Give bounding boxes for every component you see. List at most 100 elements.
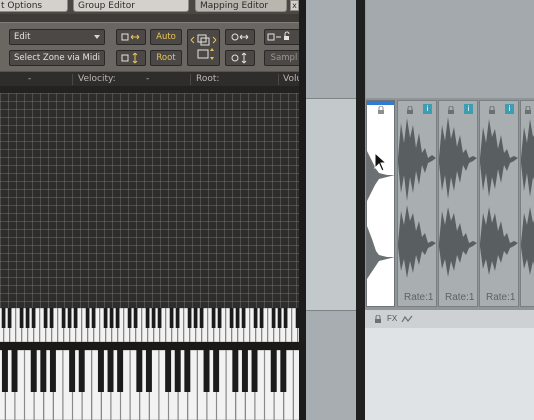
black-key[interactable] xyxy=(235,308,240,328)
black-key[interactable] xyxy=(151,308,156,328)
zone-info-bar: - Velocity: - Root: Volu xyxy=(0,71,299,87)
audio-clip[interactable]: i Rate:1 xyxy=(397,100,437,307)
tab-group-editor[interactable]: Group Editor xyxy=(73,0,189,12)
auto-button[interactable]: Auto xyxy=(150,29,182,45)
edit-dropdown-label: Edit xyxy=(14,32,31,42)
black-key[interactable] xyxy=(174,350,181,392)
black-key[interactable] xyxy=(259,308,264,328)
black-key[interactable] xyxy=(283,308,288,328)
black-key[interactable] xyxy=(217,308,222,328)
root-label: Root: xyxy=(196,74,220,84)
black-key[interactable] xyxy=(145,308,150,328)
black-key[interactable] xyxy=(184,350,191,392)
audio-clip[interactable]: i Rate:1 xyxy=(438,100,478,307)
black-key[interactable] xyxy=(61,308,66,328)
black-key[interactable] xyxy=(270,350,277,392)
black-key[interactable] xyxy=(127,308,132,328)
black-key[interactable] xyxy=(203,350,210,392)
black-key[interactable] xyxy=(49,350,56,392)
keyboard-lower[interactable] xyxy=(0,350,299,420)
black-key[interactable] xyxy=(40,350,47,392)
black-key[interactable] xyxy=(229,308,234,328)
volume-label: Volu xyxy=(283,74,299,84)
spread-horizontal-icon[interactable] xyxy=(225,29,255,45)
mapping-editor-panel: t Options Group Editor Mapping Editor x … xyxy=(0,0,299,420)
lock-icon[interactable] xyxy=(374,315,382,323)
black-key[interactable] xyxy=(251,350,258,392)
black-key[interactable] xyxy=(187,308,192,328)
black-key[interactable] xyxy=(31,308,36,328)
select-zone-via-midi-button[interactable]: Select Zone via Midi xyxy=(9,50,105,66)
black-key[interactable] xyxy=(253,308,258,328)
black-key[interactable] xyxy=(67,308,72,328)
black-key[interactable] xyxy=(213,350,220,392)
black-key[interactable] xyxy=(157,308,162,328)
black-key[interactable] xyxy=(193,308,198,328)
keyboard-divider xyxy=(0,342,299,350)
zone-align-icon[interactable] xyxy=(187,29,220,66)
black-key[interactable] xyxy=(169,308,174,328)
black-key[interactable] xyxy=(30,350,37,392)
mapping-toolbar: Edit Select Zone via Midi Auto Root Samp… xyxy=(0,22,299,71)
black-key[interactable] xyxy=(7,308,12,328)
black-key[interactable] xyxy=(199,308,204,328)
black-key[interactable] xyxy=(175,308,180,328)
black-key[interactable] xyxy=(117,350,124,392)
tab-mapping-editor[interactable]: Mapping Editor xyxy=(195,0,287,12)
black-key[interactable] xyxy=(136,350,143,392)
audio-clip-selected[interactable] xyxy=(366,100,395,307)
black-key[interactable] xyxy=(115,308,120,328)
velocity-label: Velocity: xyxy=(78,74,116,84)
black-key[interactable] xyxy=(211,308,216,328)
audio-clip[interactable]: i Rate:1 xyxy=(479,100,519,307)
black-key[interactable] xyxy=(91,308,96,328)
edit-dropdown[interactable]: Edit xyxy=(9,29,105,45)
root-button[interactable]: Root xyxy=(150,50,182,66)
black-key[interactable] xyxy=(25,308,30,328)
black-key[interactable] xyxy=(145,350,152,392)
black-key[interactable] xyxy=(69,350,76,392)
black-key[interactable] xyxy=(165,350,172,392)
black-key[interactable] xyxy=(232,350,239,392)
black-key[interactable] xyxy=(85,308,90,328)
black-key[interactable] xyxy=(280,350,287,392)
black-key[interactable] xyxy=(107,350,114,392)
black-key[interactable] xyxy=(109,308,114,328)
clip-rate-label: Rate:1 xyxy=(445,292,475,303)
waveform xyxy=(439,117,477,277)
close-icon[interactable]: x xyxy=(290,0,299,11)
sample-button[interactable]: Sampl xyxy=(264,50,299,66)
info-dash-1: - xyxy=(28,74,32,84)
black-key[interactable] xyxy=(49,308,54,328)
black-key[interactable] xyxy=(271,308,276,328)
audio-clip[interactable] xyxy=(520,100,534,307)
black-key[interactable] xyxy=(43,308,48,328)
automation-icon[interactable] xyxy=(401,314,413,324)
mapping-grid[interactable] xyxy=(0,93,299,308)
black-key[interactable] xyxy=(277,308,282,328)
clip-rate-label: Rate:1 xyxy=(404,292,434,303)
keyboard-upper[interactable] xyxy=(0,308,299,342)
black-key[interactable] xyxy=(97,350,104,392)
zone-width-icon[interactable] xyxy=(116,29,146,45)
black-key[interactable] xyxy=(241,308,246,328)
waveform xyxy=(398,118,436,278)
black-key[interactable] xyxy=(103,308,108,328)
fx-button[interactable]: FX xyxy=(387,314,397,323)
chevron-down-icon xyxy=(94,35,100,39)
black-key[interactable] xyxy=(73,308,78,328)
black-key[interactable] xyxy=(1,350,8,392)
lock-zones-icon[interactable] xyxy=(264,29,299,45)
black-key[interactable] xyxy=(11,350,18,392)
spread-vertical-icon[interactable] xyxy=(225,50,255,66)
black-key[interactable] xyxy=(78,350,85,392)
black-key[interactable] xyxy=(241,350,248,392)
black-key[interactable] xyxy=(19,308,24,328)
black-key[interactable] xyxy=(133,308,138,328)
tab-options[interactable]: t Options xyxy=(0,0,68,12)
mouse-cursor-icon xyxy=(374,152,388,172)
track-header-selected[interactable] xyxy=(306,98,356,310)
zone-height-icon[interactable] xyxy=(116,50,146,66)
black-key[interactable] xyxy=(1,308,6,328)
splitter[interactable] xyxy=(356,0,365,420)
